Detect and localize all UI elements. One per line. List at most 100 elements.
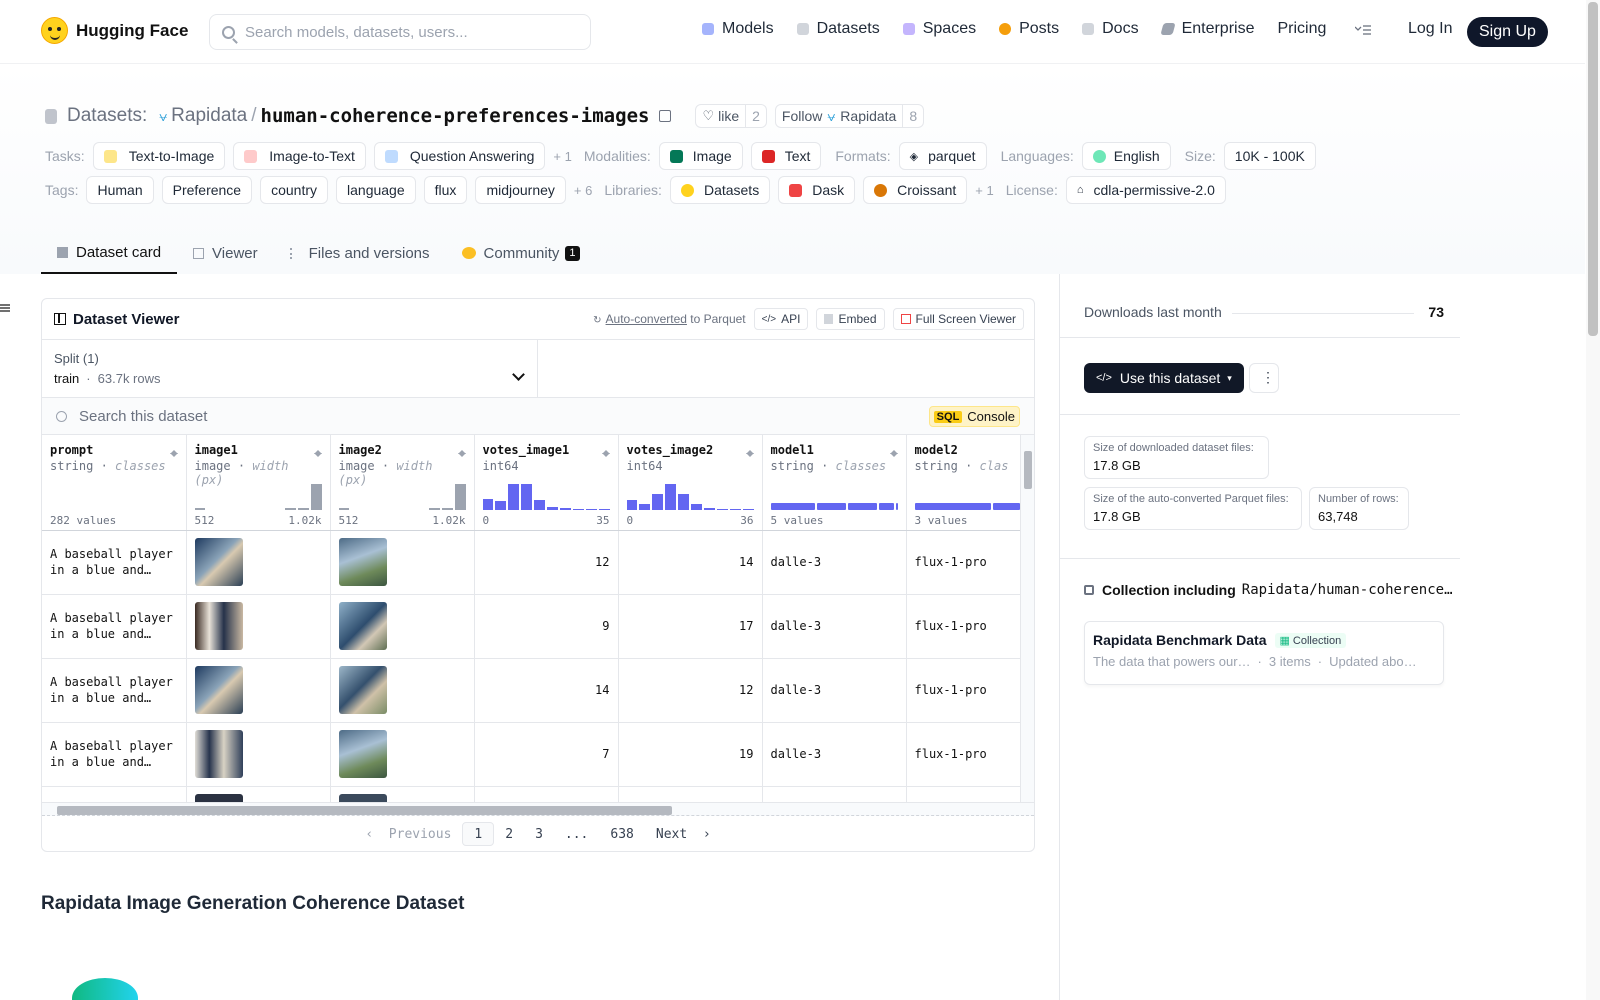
- tasks-more[interactable]: + 1: [553, 149, 571, 164]
- image-thumbnail[interactable]: [194, 794, 243, 802]
- fullscreen-viewer-button[interactable]: Full Screen Viewer: [892, 308, 1024, 330]
- cell-model2[interactable]: flux-1-pro: [906, 530, 1020, 595]
- table-row[interactable]: A baseball player in a blue and… 7 19 da…: [42, 722, 1020, 787]
- tag-chip[interactable]: Preference: [161, 176, 253, 204]
- dataset-search-input[interactable]: Search this dataset SQL Console: [42, 398, 1034, 435]
- language-tag[interactable]: English: [1081, 142, 1171, 170]
- breadcrumb-section[interactable]: Datasets:: [67, 105, 147, 127]
- cell-prompt[interactable]: A baseball player in a blue and…: [42, 530, 187, 595]
- embed-button[interactable]: Embed: [816, 308, 885, 330]
- cell-image1[interactable]: [186, 658, 331, 723]
- page-link[interactable]: 3: [524, 822, 554, 846]
- nav-datasets[interactable]: Datasets: [796, 20, 880, 38]
- nav-models[interactable]: Models: [702, 20, 774, 38]
- login-button[interactable]: Log In: [1408, 20, 1452, 38]
- like-button[interactable]: ♡ like 2: [695, 104, 767, 128]
- cell-votes-image2[interactable]: 19: [618, 722, 763, 787]
- follow-button[interactable]: Follow ⩝ Rapidata 8: [774, 104, 925, 128]
- cell-image2[interactable]: [330, 594, 475, 659]
- sort-icon[interactable]: [745, 446, 754, 458]
- copy-icon[interactable]: [659, 110, 672, 122]
- sql-console-button[interactable]: SQL Console: [928, 406, 1020, 427]
- task-tag[interactable]: Question Answering: [373, 142, 546, 170]
- autoconverted-link[interactable]: Auto-converted: [606, 312, 687, 326]
- cell-image2[interactable]: [330, 530, 475, 595]
- cell-votes-image1[interactable]: 7: [474, 722, 619, 787]
- signup-button[interactable]: Sign Up: [1467, 17, 1548, 47]
- tab-viewer[interactable]: Viewer: [177, 232, 274, 274]
- nav-spaces[interactable]: Spaces: [902, 20, 976, 38]
- nav-enterprise[interactable]: Enterprise: [1159, 20, 1254, 38]
- table-horizontal-scrollbar[interactable]: [42, 802, 1034, 816]
- image-thumbnail[interactable]: [338, 666, 387, 714]
- column-header-votes-image1[interactable]: votes_image1 int64 0 35: [474, 435, 619, 531]
- column-header-image1[interactable]: image1 image · width (px) 512 1.02k: [186, 435, 331, 531]
- size-tag[interactable]: 10K - 100K: [1223, 142, 1316, 170]
- image-thumbnail[interactable]: [194, 538, 243, 586]
- column-header-model2[interactable]: model2 string · clas 3 values: [906, 435, 1020, 531]
- license-tag[interactable]: ⌂ cdla-permissive-2.0: [1065, 176, 1226, 204]
- cell-prompt[interactable]: A baseball player in a blue and…: [42, 722, 187, 787]
- cell-votes-image2[interactable]: 14: [618, 530, 763, 595]
- cell-model1[interactable]: dalle-3: [762, 722, 907, 787]
- library-tag[interactable]: Dask: [778, 176, 856, 204]
- collection-card[interactable]: Rapidata Benchmark Data ▦ Collection The d…: [1084, 621, 1444, 685]
- cell-image1[interactable]: [186, 722, 331, 787]
- table-row[interactable]: A baseball player in a blue and… 14 12 d…: [42, 658, 1020, 723]
- page-link[interactable]: 1: [462, 822, 495, 846]
- sort-icon[interactable]: [169, 446, 178, 458]
- image-thumbnail[interactable]: [338, 538, 387, 586]
- tab-community[interactable]: Community 1: [446, 232, 596, 274]
- cell-model1[interactable]: dalle-3: [762, 658, 907, 723]
- sort-icon[interactable]: [457, 446, 466, 458]
- tag-chip[interactable]: flux: [423, 176, 468, 204]
- modality-tag[interactable]: Text: [750, 142, 822, 170]
- libraries-more[interactable]: + 1: [975, 183, 993, 198]
- library-tag[interactable]: Datasets: [669, 176, 771, 204]
- scrollbar-thumb[interactable]: [1024, 451, 1032, 489]
- pagination-previous[interactable]: ‹ Previous: [354, 822, 462, 846]
- task-tag[interactable]: Image-to-Text: [233, 142, 366, 170]
- tag-chip[interactable]: language: [336, 176, 416, 204]
- tab-files[interactable]: Files and versions: [274, 232, 446, 274]
- sort-icon[interactable]: [313, 446, 322, 458]
- tag-chip[interactable]: country: [260, 176, 329, 204]
- use-dataset-button[interactable]: </> Use this dataset ▾: [1084, 363, 1244, 393]
- library-tag[interactable]: Croissant: [863, 176, 968, 204]
- cell-model2[interactable]: flux-1-pro: [906, 722, 1020, 787]
- cell-model2[interactable]: flux-1-pro: [906, 594, 1020, 659]
- tag-chip[interactable]: midjourney: [475, 176, 566, 204]
- image-thumbnail[interactable]: [338, 794, 387, 802]
- column-header-votes-image2[interactable]: votes_image2 int64 0 36: [618, 435, 763, 531]
- cell-prompt[interactable]: A baseball player in a blue and…: [42, 658, 187, 723]
- format-tag[interactable]: ◈ parquet: [898, 142, 987, 170]
- cell-model1[interactable]: dalle-3: [762, 594, 907, 659]
- table-row-partial[interactable]: [42, 786, 1020, 802]
- nav-docs[interactable]: Docs: [1082, 20, 1139, 38]
- task-tag[interactable]: Text-to-Image: [92, 142, 226, 170]
- cell-image1[interactable]: [186, 594, 331, 659]
- more-menu-icon[interactable]: [1355, 24, 1371, 36]
- nav-posts[interactable]: Posts: [999, 20, 1059, 38]
- sort-icon[interactable]: [601, 446, 610, 458]
- image-thumbnail[interactable]: [194, 602, 243, 650]
- page-link[interactable]: 638: [599, 822, 644, 846]
- brand-logo[interactable]: Hugging Face: [41, 17, 188, 44]
- toc-menu-icon[interactable]: [0, 303, 10, 313]
- column-header-image2[interactable]: image2 image · width (px) 512 1.02k: [330, 435, 475, 531]
- pagination-next[interactable]: Next ›: [645, 822, 722, 846]
- table-row[interactable]: A baseball player in a blue and… 9 17 da…: [42, 594, 1020, 659]
- api-button[interactable]: </> API: [753, 308, 809, 330]
- dataset-repo-name[interactable]: human-coherence-preferences-images: [261, 105, 650, 127]
- more-options-button[interactable]: [1249, 363, 1279, 393]
- cell-votes-image2[interactable]: 12: [618, 658, 763, 723]
- cell-image1[interactable]: [186, 530, 331, 595]
- tags-more[interactable]: + 6: [574, 183, 592, 198]
- page-link[interactable]: 2: [494, 822, 524, 846]
- cell-model1[interactable]: dalle-3: [762, 530, 907, 595]
- cell-votes-image2[interactable]: 17: [618, 594, 763, 659]
- cell-model2[interactable]: flux-1-pro: [906, 658, 1020, 723]
- cell-votes-image1[interactable]: 14: [474, 658, 619, 723]
- cell-image2[interactable]: [330, 658, 475, 723]
- global-search-input[interactable]: Search models, datasets, users...: [209, 14, 591, 50]
